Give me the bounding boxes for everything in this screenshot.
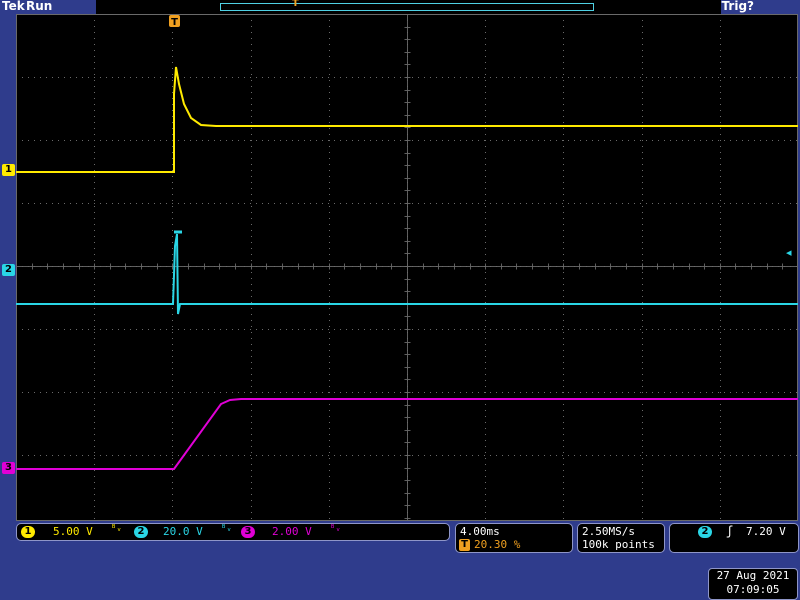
sample-rate: 2.50MS/s — [582, 525, 635, 538]
waveform-display[interactable]: T ◂ — [16, 14, 798, 521]
trigger-status: Trig? — [721, 0, 754, 13]
channel-3-scale[interactable]: 2.00 V — [272, 525, 312, 538]
trigger-source-badge[interactable]: 2 — [698, 526, 712, 538]
grid-lines — [16, 14, 798, 521]
trigger-level-arrow-icon: ◂ — [786, 246, 792, 259]
trigger-panel[interactable]: 2 ʃ 7.20 V — [669, 523, 799, 553]
channel-2-badge[interactable]: 2 — [134, 526, 148, 538]
channel-scale-panel: 1 5.00 V ᴮᵥ 2 20.0 V ᴮᵥ 3 2.00 V ᴮᵥ — [16, 523, 450, 541]
trigger-slope-icon[interactable]: ʃ — [726, 524, 733, 538]
timebase-panel[interactable]: 4.00ms T 20.30 % — [455, 523, 573, 553]
record-window[interactable] — [220, 3, 594, 11]
time-label: 07:09:05 — [726, 583, 780, 596]
record-view-bar[interactable]: T — [96, 0, 721, 14]
channel-3-ground-marker[interactable]: 3 — [2, 462, 15, 474]
channel-1-coupling-icon: ᴮᵥ — [111, 524, 122, 534]
channel-3-coupling-icon: ᴮᵥ — [330, 524, 341, 534]
datetime-panel: 27 Aug 2021 07:09:05 — [708, 568, 798, 600]
brand-label: Tek — [2, 0, 25, 13]
trigger-position-value[interactable]: 20.30 % — [474, 538, 520, 551]
top-status-bar: Tek Run T Trig? — [0, 0, 800, 14]
channel-1-badge[interactable]: 1 — [21, 526, 35, 538]
channel-1-scale[interactable]: 5.00 V — [53, 525, 93, 538]
trigger-position-badge-icon: T — [459, 539, 470, 551]
channel-2-ground-marker[interactable]: 2 — [2, 264, 15, 276]
trigger-position-icon: T — [292, 0, 299, 9]
channel-2-coupling-icon: ᴮᵥ — [221, 524, 232, 534]
channel-2-scale[interactable]: 20.0 V — [163, 525, 203, 538]
channel-1-ground-marker[interactable]: 1 — [2, 164, 15, 176]
acquisition-state[interactable]: Run — [26, 0, 52, 13]
date-label: 27 Aug 2021 — [716, 569, 790, 582]
channel-3-badge[interactable]: 3 — [241, 526, 255, 538]
time-per-division[interactable]: 4.00ms — [460, 525, 500, 538]
svg-text:T: T — [171, 17, 178, 28]
acquisition-panel[interactable]: 2.50MS/s 100k points — [577, 523, 665, 553]
graticule: T ◂ — [16, 14, 798, 521]
trigger-level[interactable]: 7.20 V — [746, 525, 786, 538]
trigger-top-marker: T — [169, 15, 180, 28]
record-length: 100k points — [582, 538, 655, 551]
